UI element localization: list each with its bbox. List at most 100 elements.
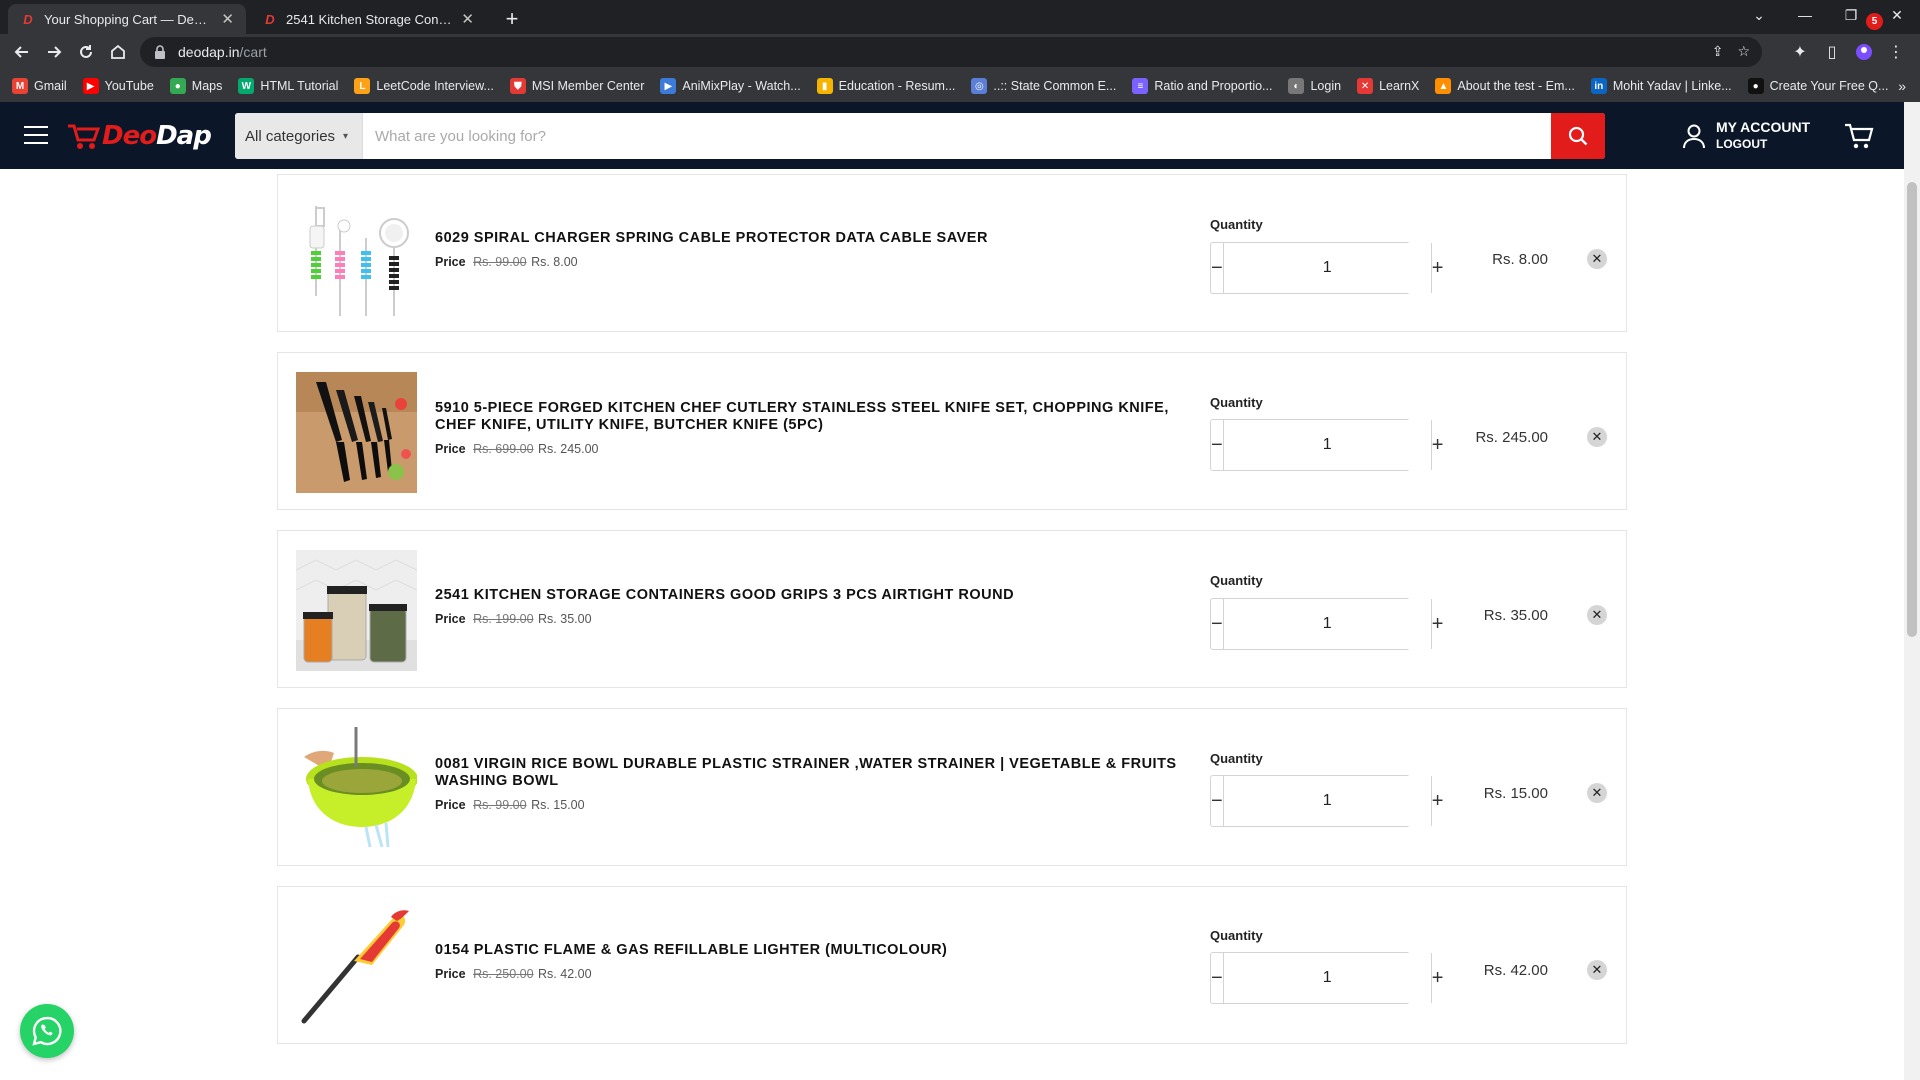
line-total: Rs. 42.00	[1483, 962, 1548, 979]
increase-quantity-button[interactable]: +	[1432, 776, 1444, 826]
quantity-input[interactable]	[1222, 243, 1432, 293]
bookmark-label: Gmail	[34, 79, 67, 93]
increase-quantity-button[interactable]: +	[1432, 599, 1444, 649]
hamburger-menu-icon[interactable]	[24, 126, 48, 146]
chevron-down-icon: ▾	[343, 130, 349, 142]
login-icon: ◐	[1288, 78, 1305, 94]
bookmark-state-common[interactable]: ◎ ..:: State Common E...	[971, 78, 1116, 94]
remove-item-button[interactable]: ✕	[1587, 960, 1607, 980]
tab-close-icon[interactable]: ✕	[461, 10, 474, 28]
increase-quantity-button[interactable]: +	[1432, 243, 1444, 293]
bookmarks-bar: M Gmail ▶ YouTube ● Maps W HTML Tutorial L LeetCo…	[0, 70, 1920, 102]
remove-item-button[interactable]: ✕	[1587, 783, 1607, 803]
bookmark-w3schools[interactable]: W HTML Tutorial	[238, 78, 338, 94]
search-icon	[1568, 126, 1588, 146]
linkedin-icon: in	[1590, 78, 1607, 94]
decrease-quantity-button[interactable]: −	[1211, 243, 1223, 293]
decrease-quantity-button[interactable]: −	[1211, 776, 1223, 826]
cable-protector-image[interactable]	[296, 198, 417, 319]
bookmark-leetcode[interactable]: L LeetCode Interview...	[354, 78, 494, 94]
storage-containers-image[interactable]	[296, 550, 417, 671]
logout-link[interactable]: LOGOUT	[1716, 136, 1810, 153]
bookmark-education[interactable]: ▮ Education - Resum...	[816, 78, 955, 94]
extensions-icon[interactable]: ✦	[1790, 42, 1810, 62]
bookmark-youtube[interactable]: ▶ YouTube	[82, 78, 154, 94]
gas-lighter-image[interactable]	[296, 905, 417, 1026]
line-total: Rs. 245.00	[1475, 429, 1548, 446]
bookmark-label: ..:: State Common E...	[993, 79, 1117, 93]
category-select[interactable]: All categories ▾	[235, 113, 363, 159]
quantity-input[interactable]	[1222, 599, 1432, 649]
remove-item-button[interactable]: ✕	[1587, 427, 1607, 447]
rice-bowl-strainer-image[interactable]	[296, 727, 417, 848]
bookmark-ratio[interactable]: ≡ Ratio and Proportio...	[1132, 78, 1272, 94]
minimize-button[interactable]: —	[1782, 0, 1828, 30]
bookmark-star-icon[interactable]: ☆	[1737, 43, 1750, 60]
profile-avatar[interactable]	[1854, 42, 1874, 62]
bookmark-maps[interactable]: ● Maps	[169, 78, 222, 94]
bookmark-about-test[interactable]: ▲ About the test - Em...	[1435, 78, 1575, 94]
knife-set-image[interactable]	[296, 372, 417, 493]
original-price: Rs. 99.00	[473, 798, 527, 812]
bookmark-msi[interactable]: ⛊ MSI Member Center	[509, 78, 644, 94]
menu-icon[interactable]: ⋮	[1886, 42, 1906, 62]
youtube-icon: ▶	[82, 78, 99, 94]
increase-quantity-button[interactable]: +	[1432, 953, 1444, 1003]
item-title[interactable]: 5910 5-PIECE FORGED KITCHEN CHEF CUTLERY…	[435, 400, 1195, 434]
tab-title: Your Shopping Cart — Deodap	[44, 11, 214, 27]
tab-kitchen-storage[interactable]: D 2541 Kitchen Storage Containers ✕	[250, 4, 486, 34]
decrease-quantity-button[interactable]: −	[1211, 599, 1223, 649]
bookmark-animixplay[interactable]: ▶ AniMixPlay - Watch...	[660, 78, 801, 94]
bookmark-gmail[interactable]: M Gmail	[12, 78, 67, 94]
new-tab-button[interactable]: +	[498, 5, 526, 33]
address-bar[interactable]: deodap.in/cart ⇪ ☆	[140, 37, 1762, 67]
tab-search-icon[interactable]: ⌄	[1736, 0, 1782, 30]
price-label: Price	[435, 967, 466, 981]
line-total: Rs. 35.00	[1483, 607, 1548, 624]
back-button[interactable]	[8, 38, 36, 66]
bookmark-label: About the test - Em...	[1457, 79, 1575, 93]
bookmark-linkedin[interactable]: in Mohit Yadav | Linke...	[1590, 78, 1732, 94]
cart-icon[interactable]	[1844, 122, 1874, 150]
bookmark-label: LearnX	[1379, 79, 1420, 93]
item-title[interactable]: 0081 VIRGIN RICE BOWL DURABLE PLASTIC ST…	[435, 756, 1195, 790]
tab-shopping-cart[interactable]: D Your Shopping Cart — Deodap ✕	[8, 4, 246, 34]
remove-item-button[interactable]: ✕	[1587, 605, 1607, 625]
side-panel-icon[interactable]: ▯	[1822, 42, 1842, 62]
forward-button[interactable]	[40, 38, 68, 66]
remove-item-button[interactable]: ✕	[1587, 249, 1607, 269]
leetcode-icon: L	[354, 78, 371, 94]
whatsapp-chat-button[interactable]	[20, 1004, 74, 1058]
bookmark-learnx[interactable]: ✕ LearnX	[1357, 78, 1419, 94]
search-button[interactable]	[1551, 113, 1605, 159]
decrease-quantity-button[interactable]: −	[1211, 953, 1223, 1003]
original-price: Rs. 250.00	[473, 967, 534, 981]
bookmark-label: HTML Tutorial	[260, 79, 339, 93]
bookmark-create-qr[interactable]: ● Create Your Free Q...	[1747, 78, 1888, 94]
quantity-label: Quantity	[1210, 395, 1263, 410]
home-button[interactable]	[104, 38, 132, 66]
deodap-logo[interactable]: DeoDap	[66, 116, 212, 156]
scrollbar-thumb[interactable]	[1907, 182, 1917, 637]
bookmarks-overflow-icon[interactable]: »	[1898, 78, 1906, 94]
line-total: Rs. 8.00	[1492, 251, 1548, 268]
quantity-input[interactable]	[1222, 953, 1432, 1003]
reload-button[interactable]	[72, 38, 100, 66]
item-title[interactable]: 6029 SPIRAL CHARGER SPRING CABLE PROTECT…	[435, 230, 1195, 247]
price-label: Price	[435, 612, 466, 626]
account-link[interactable]: MY ACCOUNT LOGOUT	[1682, 119, 1810, 153]
share-icon[interactable]: ⇪	[1712, 43, 1724, 60]
increase-quantity-button[interactable]: +	[1432, 420, 1444, 470]
sale-price: Rs. 35.00	[538, 612, 592, 626]
education-icon: ▮	[816, 78, 833, 94]
cart-count-badge: 5	[1866, 13, 1883, 30]
tab-close-icon[interactable]: ✕	[221, 10, 234, 28]
quantity-input[interactable]	[1222, 776, 1432, 826]
quantity-input[interactable]	[1222, 420, 1432, 470]
item-title[interactable]: 2541 KITCHEN STORAGE CONTAINERS GOOD GRI…	[435, 587, 1195, 604]
decrease-quantity-button[interactable]: −	[1211, 420, 1223, 470]
cart-logo-icon	[68, 124, 101, 149]
item-title[interactable]: 0154 PLASTIC FLAME & GAS REFILLABLE LIGH…	[435, 942, 1195, 959]
bookmark-login[interactable]: ◐ Login	[1288, 78, 1341, 94]
search-input[interactable]	[363, 113, 1551, 159]
